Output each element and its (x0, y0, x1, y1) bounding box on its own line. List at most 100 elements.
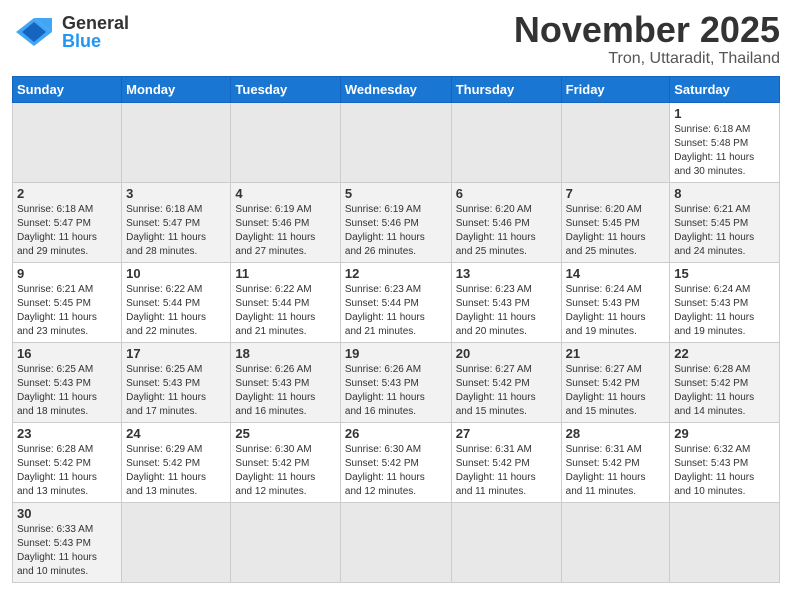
day-number: 24 (126, 426, 226, 441)
day-info: Sunrise: 6:24 AMSunset: 5:43 PMDaylight:… (674, 283, 775, 339)
day-number: 12 (345, 266, 447, 281)
calendar-cell: 9 Sunrise: 6:21 AMSunset: 5:45 PMDaylight… (13, 262, 122, 342)
calendar-cell: 16Sunrise: 6:25 AMSunset: 5:43 PMDayligh… (13, 342, 122, 422)
day-info: Sunrise: 6:23 AMSunset: 5:44 PMDaylight:… (345, 283, 447, 339)
location-title: Tron, Uttaradit, Thailand (514, 50, 780, 68)
calendar-cell: 25 Sunrise: 6:30 AMSunset: 5:42 PMDayligh… (231, 422, 340, 502)
calendar-cell (340, 102, 451, 182)
day-number: 16 (17, 346, 117, 361)
calendar-cell: 20Sunrise: 6:27 AMSunset: 5:42 PMDayligh… (451, 342, 561, 422)
calendar-cell: 1 Sunrise: 6:18 AMSunset: 5:48 PMDaylight… (670, 102, 780, 182)
calendar-cell: 30 Sunrise: 6:33 AMSunset: 5:43 PMDayligh… (13, 502, 122, 582)
day-info: Sunrise: 6:32 AMSunset: 5:43 PMDaylight:… (674, 443, 775, 499)
day-number: 15 (674, 266, 775, 281)
day-info: Sunrise: 6:20 AMSunset: 5:45 PMDaylight:… (566, 203, 666, 259)
calendar-cell: 18 Sunrise: 6:26 AMSunset: 5:43 PMDayligh… (231, 342, 340, 422)
day-number: 5 (345, 186, 447, 201)
day-info: Sunrise: 6:20 AMSunset: 5:46 PMDaylight:… (456, 203, 557, 259)
calendar-cell: 11 Sunrise: 6:22 AMSunset: 5:44 PMDayligh… (231, 262, 340, 342)
calendar-table: SundayMondayTuesdayWednesdayThursdayFrid… (12, 76, 780, 583)
calendar-cell (122, 102, 231, 182)
weekday-header-saturday: Saturday (670, 76, 780, 102)
day-number: 23 (17, 426, 117, 441)
day-info: Sunrise: 6:23 AMSunset: 5:43 PMDaylight:… (456, 283, 557, 339)
day-info: Sunrise: 6:18 AMSunset: 5:48 PMDaylight:… (674, 123, 775, 179)
day-number: 6 (456, 186, 557, 201)
calendar-week-row: 23Sunrise: 6:28 AMSunset: 5:42 PMDayligh… (13, 422, 780, 502)
day-number: 29 (674, 426, 775, 441)
day-info: Sunrise: 6:19 AMSunset: 5:46 PMDaylight:… (235, 203, 335, 259)
weekday-header-wednesday: Wednesday (340, 76, 451, 102)
day-number: 9 (17, 266, 117, 281)
day-number: 21 (566, 346, 666, 361)
day-info: Sunrise: 6:28 AMSunset: 5:42 PMDaylight:… (674, 363, 775, 419)
day-number: 27 (456, 426, 557, 441)
weekday-header-row: SundayMondayTuesdayWednesdayThursdayFrid… (13, 76, 780, 102)
day-info: Sunrise: 6:31 AMSunset: 5:42 PMDaylight:… (566, 443, 666, 499)
day-number: 2 (17, 186, 117, 201)
calendar-cell: 2 Sunrise: 6:18 AMSunset: 5:47 PMDaylight… (13, 182, 122, 262)
calendar-cell (122, 502, 231, 582)
calendar-cell: 28Sunrise: 6:31 AMSunset: 5:42 PMDayligh… (561, 422, 670, 502)
calendar-cell (231, 102, 340, 182)
day-info: Sunrise: 6:21 AMSunset: 5:45 PMDaylight:… (674, 203, 775, 259)
day-number: 1 (674, 106, 775, 121)
day-number: 13 (456, 266, 557, 281)
calendar-week-row: 9 Sunrise: 6:21 AMSunset: 5:45 PMDaylight… (13, 262, 780, 342)
calendar-cell (340, 502, 451, 582)
day-info: Sunrise: 6:21 AMSunset: 5:45 PMDaylight:… (17, 283, 117, 339)
day-info: Sunrise: 6:25 AMSunset: 5:43 PMDaylight:… (126, 363, 226, 419)
calendar-cell: 15 Sunrise: 6:24 AMSunset: 5:43 PMDayligh… (670, 262, 780, 342)
day-info: Sunrise: 6:30 AMSunset: 5:42 PMDaylight:… (235, 443, 335, 499)
day-info: Sunrise: 6:31 AMSunset: 5:42 PMDaylight:… (456, 443, 557, 499)
calendar-cell: 29 Sunrise: 6:32 AMSunset: 5:43 PMDayligh… (670, 422, 780, 502)
calendar-cell (451, 102, 561, 182)
calendar-cell: 19Sunrise: 6:26 AMSunset: 5:43 PMDayligh… (340, 342, 451, 422)
calendar-cell (451, 502, 561, 582)
calendar-week-row: 2 Sunrise: 6:18 AMSunset: 5:47 PMDaylight… (13, 182, 780, 262)
day-info: Sunrise: 6:18 AMSunset: 5:47 PMDaylight:… (126, 203, 226, 259)
month-title: November 2025 (514, 10, 780, 50)
day-number: 22 (674, 346, 775, 361)
day-info: Sunrise: 6:18 AMSunset: 5:47 PMDaylight:… (17, 203, 117, 259)
calendar-cell (561, 502, 670, 582)
calendar-cell: 7 Sunrise: 6:20 AMSunset: 5:45 PMDaylight… (561, 182, 670, 262)
day-info: Sunrise: 6:30 AMSunset: 5:42 PMDaylight:… (345, 443, 447, 499)
day-info: Sunrise: 6:26 AMSunset: 5:43 PMDaylight:… (235, 363, 335, 419)
day-info: Sunrise: 6:22 AMSunset: 5:44 PMDaylight:… (126, 283, 226, 339)
calendar-cell: 4 Sunrise: 6:19 AMSunset: 5:46 PMDaylight… (231, 182, 340, 262)
calendar-cell: 8 Sunrise: 6:21 AMSunset: 5:45 PMDaylight… (670, 182, 780, 262)
calendar-cell (561, 102, 670, 182)
calendar-cell: 27 Sunrise: 6:31 AMSunset: 5:42 PMDayligh… (451, 422, 561, 502)
day-info: Sunrise: 6:22 AMSunset: 5:44 PMDaylight:… (235, 283, 335, 339)
calendar-cell: 12 Sunrise: 6:23 AMSunset: 5:44 PMDayligh… (340, 262, 451, 342)
day-number: 3 (126, 186, 226, 201)
day-info: Sunrise: 6:27 AMSunset: 5:42 PMDaylight:… (566, 363, 666, 419)
calendar-cell: 24Sunrise: 6:29 AMSunset: 5:42 PMDayligh… (122, 422, 231, 502)
calendar-cell: 13 Sunrise: 6:23 AMSunset: 5:43 PMDayligh… (451, 262, 561, 342)
title-block: November 2025 Tron, Uttaradit, Thailand (514, 10, 780, 68)
calendar-week-row: 16 Sunrise: 6:25 AMSunset: 5:43 PMDayligh… (13, 342, 780, 422)
calendar-cell: 10Sunrise: 6:22 AMSunset: 5:44 PMDayligh… (122, 262, 231, 342)
weekday-header-tuesday: Tuesday (231, 76, 340, 102)
day-info: Sunrise: 6:24 AMSunset: 5:43 PMDaylight:… (566, 283, 666, 339)
calendar-cell: 3 Sunrise: 6:18 AMSunset: 5:47 PMDaylight… (122, 182, 231, 262)
day-number: 25 (235, 426, 335, 441)
day-info: Sunrise: 6:27 AMSunset: 5:42 PMDaylight:… (456, 363, 557, 419)
day-number: 4 (235, 186, 335, 201)
day-number: 11 (235, 266, 335, 281)
page: General Blue November 2025 Tron, Uttarad… (0, 0, 792, 595)
day-number: 8 (674, 186, 775, 201)
day-number: 7 (566, 186, 666, 201)
day-number: 30 (17, 506, 117, 521)
day-info: Sunrise: 6:19 AMSunset: 5:46 PMDaylight:… (345, 203, 447, 259)
calendar-cell (231, 502, 340, 582)
day-number: 18 (235, 346, 335, 361)
calendar-cell: 22 Sunrise: 6:28 AMSunset: 5:42 PMDayligh… (670, 342, 780, 422)
day-info: Sunrise: 6:33 AMSunset: 5:43 PMDaylight:… (17, 523, 117, 579)
weekday-header-sunday: Sunday (13, 76, 122, 102)
logo-general-text: General (62, 14, 129, 32)
calendar-cell: 5 Sunrise: 6:19 AMSunset: 5:46 PMDaylight… (340, 182, 451, 262)
calendar-cell: 23Sunrise: 6:28 AMSunset: 5:42 PMDayligh… (13, 422, 122, 502)
day-number: 19 (345, 346, 447, 361)
